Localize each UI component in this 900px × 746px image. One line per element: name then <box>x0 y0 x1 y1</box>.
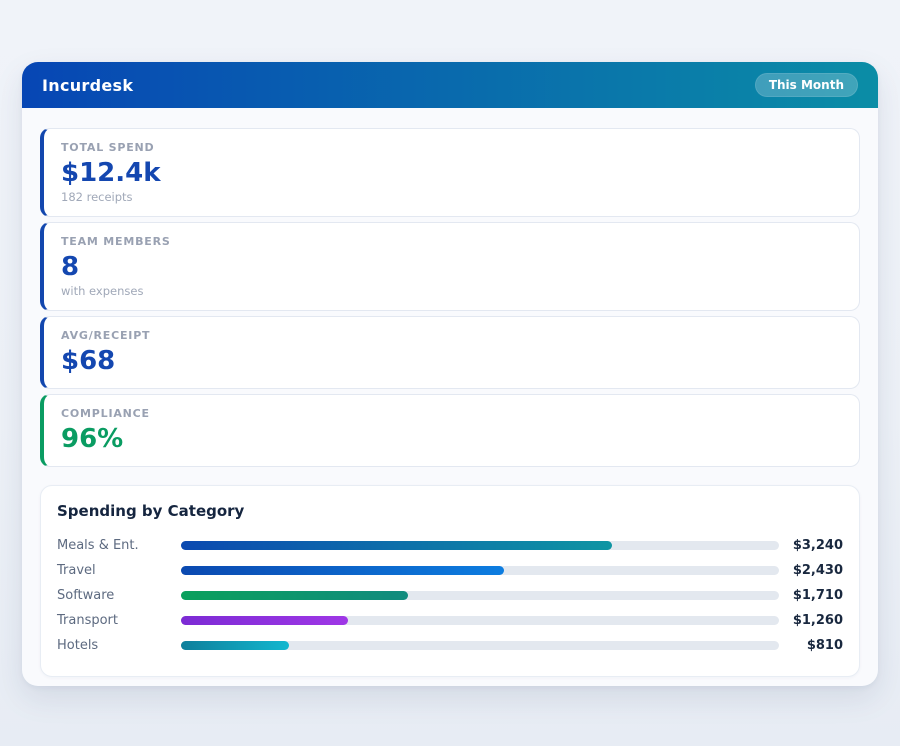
category-value: $3,240 <box>785 538 843 553</box>
spending-by-category-card: Spending by Category Meals & Ent. $3,240 T… <box>40 485 860 677</box>
bar-fill <box>181 591 408 600</box>
stat-value: $68 <box>61 346 842 376</box>
section-title: Spending by Category <box>57 502 843 520</box>
bar-fill <box>181 641 289 650</box>
category-label: Travel <box>57 563 175 578</box>
bar-row-software: Software $1,710 <box>57 583 843 608</box>
stat-label: TOTAL SPEND <box>61 141 842 154</box>
stat-value: $12.4k <box>61 158 842 188</box>
stat-label: COMPLIANCE <box>61 407 842 420</box>
bar-track <box>181 566 779 575</box>
bar-row-travel: Travel $2,430 <box>57 558 843 583</box>
category-value: $2,430 <box>785 563 843 578</box>
category-value: $810 <box>785 638 843 653</box>
category-value: $1,260 <box>785 613 843 628</box>
category-bar-chart: Meals & Ent. $3,240 Travel $2,430 Software $1… <box>57 533 843 658</box>
dashboard-card: Incurdesk This Month TOTAL SPEND $12.4k 18… <box>22 62 878 686</box>
bar-track <box>181 641 779 650</box>
period-badge[interactable]: This Month <box>755 73 858 97</box>
bar-row-hotels: Hotels $810 <box>57 633 843 658</box>
stat-value: 8 <box>61 252 842 282</box>
stat-value: 96% <box>61 424 842 454</box>
category-label: Meals & Ent. <box>57 538 175 553</box>
stat-label: TEAM MEMBERS <box>61 235 842 248</box>
bar-row-meals-ent: Meals & Ent. $3,240 <box>57 533 843 558</box>
category-label: Transport <box>57 613 175 628</box>
app-header: Incurdesk This Month <box>22 62 878 108</box>
bar-track <box>181 541 779 550</box>
stat-label: AVG/RECEIPT <box>61 329 842 342</box>
bar-fill <box>181 616 348 625</box>
category-label: Hotels <box>57 638 175 653</box>
bar-row-transport: Transport $1,260 <box>57 608 843 633</box>
stat-card-avg-receipt: AVG/RECEIPT $68 <box>40 316 860 389</box>
stat-card-total-spend: TOTAL SPEND $12.4k 182 receipts <box>40 128 860 217</box>
bar-fill <box>181 541 612 550</box>
category-label: Software <box>57 588 175 603</box>
category-value: $1,710 <box>785 588 843 603</box>
bar-track <box>181 616 779 625</box>
bar-track <box>181 591 779 600</box>
stat-card-compliance: COMPLIANCE 96% <box>40 394 860 467</box>
stat-card-team-members: TEAM MEMBERS 8 with expenses <box>40 222 860 311</box>
app-title: Incurdesk <box>42 76 133 95</box>
stat-sub: 182 receipts <box>61 190 842 204</box>
stats-list: TOTAL SPEND $12.4k 182 receipts TEAM MEMBER… <box>22 108 878 467</box>
bar-fill <box>181 566 504 575</box>
stat-sub: with expenses <box>61 284 842 298</box>
